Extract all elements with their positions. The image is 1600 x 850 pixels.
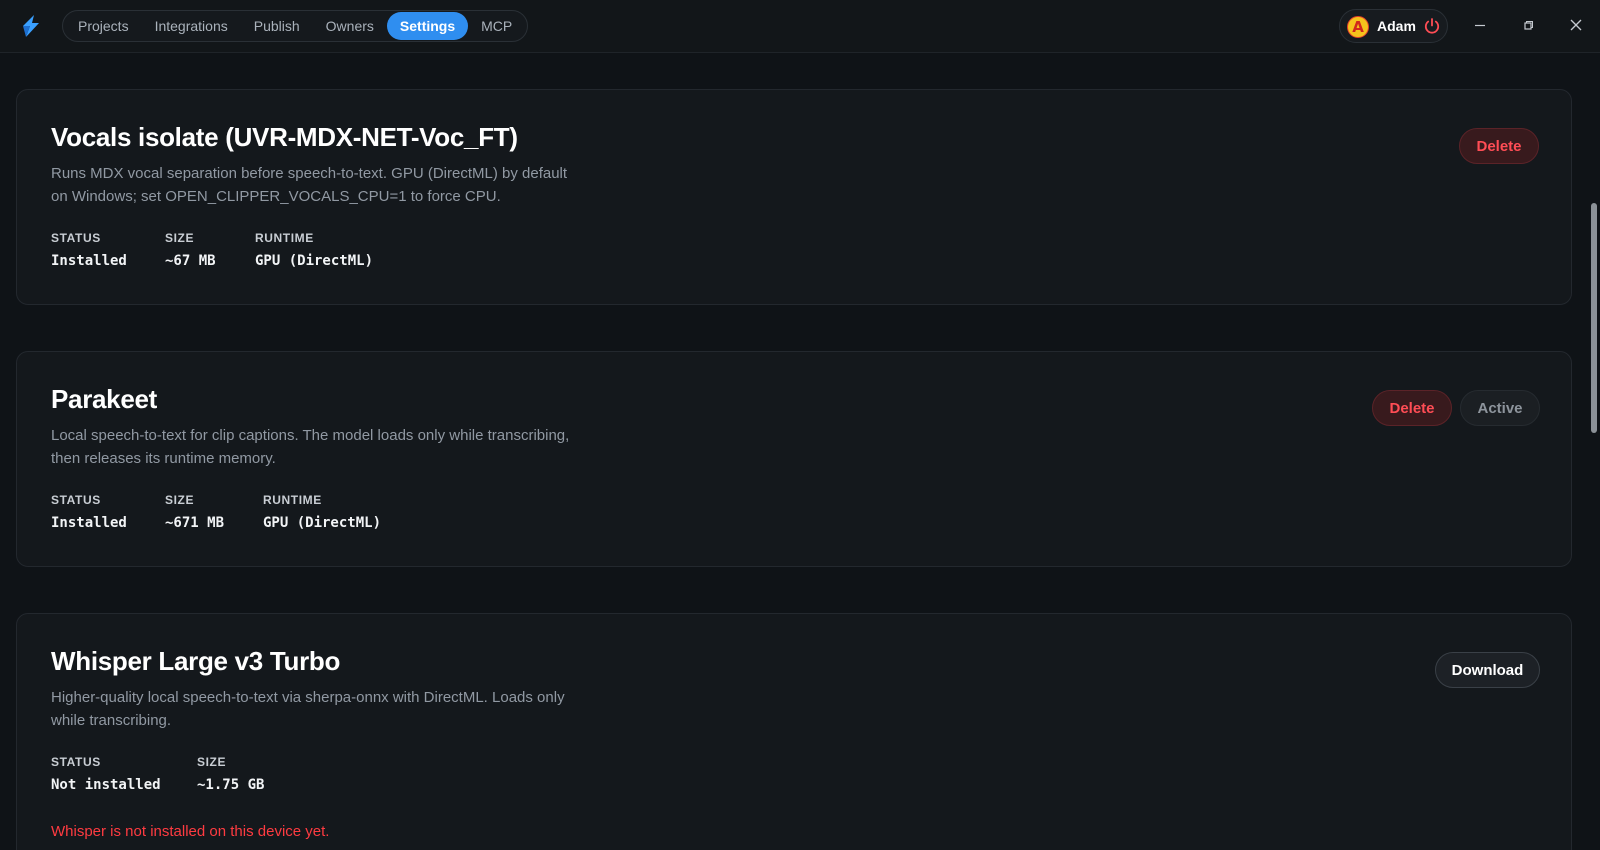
tab-settings[interactable]: Settings <box>386 12 469 40</box>
model-title: Vocals isolate (UVR-MDX-NET-Voc_FT) <box>51 122 518 152</box>
size-label: SIZE <box>165 231 195 245</box>
tab-projects[interactable]: Projects <box>65 12 142 40</box>
tab-publish[interactable]: Publish <box>241 12 313 40</box>
tab-integrations[interactable]: Integrations <box>142 12 241 40</box>
delete-button[interactable]: Delete <box>1372 390 1452 426</box>
user-name: Adam <box>1377 18 1416 34</box>
not-installed-warning: Whisper is not installed on this device … <box>51 823 330 840</box>
tab-mcp[interactable]: MCP <box>468 12 525 40</box>
status-value: Installed <box>51 515 127 531</box>
runtime-label: RUNTIME <box>255 231 314 245</box>
app-logo-icon <box>23 15 39 37</box>
size-value: ~67 MB <box>165 253 216 269</box>
model-description: Runs MDX vocal separation before speech-… <box>51 165 568 205</box>
model-card-parakeet: Parakeet Local speech-to-text for clip c… <box>16 351 1572 567</box>
size-label: SIZE <box>165 493 195 507</box>
power-icon[interactable] <box>1423 17 1441 35</box>
avatar: A <box>1347 16 1369 38</box>
status-label: STATUS <box>51 493 101 507</box>
model-card-whisper: Whisper Large v3 Turbo Higher-quality lo… <box>16 613 1572 850</box>
restore-icon[interactable] <box>1518 15 1538 35</box>
model-card-vocals-isolate: Vocals isolate (UVR-MDX-NET-Voc_FT) Runs… <box>16 89 1572 305</box>
minimize-icon[interactable] <box>1470 15 1490 35</box>
status-label: STATUS <box>51 231 101 245</box>
size-value: ~1.75 GB <box>197 777 265 793</box>
main-nav: Projects Integrations Publish Owners Set… <box>62 10 529 42</box>
settings-content: Vocals isolate (UVR-MDX-NET-Voc_FT) Runs… <box>0 53 1588 850</box>
scrollbar-thumb[interactable] <box>1591 203 1597 433</box>
status-value: Installed <box>51 253 127 269</box>
model-description: Higher-quality local speech-to-text via … <box>51 689 565 729</box>
runtime-value: GPU (DirectML) <box>255 253 374 269</box>
delete-button[interactable]: Delete <box>1459 128 1539 164</box>
model-title: Parakeet <box>51 384 158 414</box>
scrollbar[interactable] <box>1588 53 1600 850</box>
user-menu[interactable]: A Adam <box>1339 9 1448 43</box>
size-label: SIZE <box>197 755 227 769</box>
active-button[interactable]: Active <box>1460 390 1540 426</box>
runtime-value: GPU (DirectML) <box>263 515 382 531</box>
status-value: Not installed <box>51 777 161 793</box>
size-value: ~671 MB <box>165 515 225 531</box>
title-bar: Projects Integrations Publish Owners Set… <box>0 0 1600 53</box>
runtime-label: RUNTIME <box>263 493 322 507</box>
download-button[interactable]: Download <box>1435 652 1540 688</box>
model-description: Local speech-to-text for clip captions. … <box>51 427 570 467</box>
status-label: STATUS <box>51 755 101 769</box>
tab-owners[interactable]: Owners <box>313 12 387 40</box>
model-title: Whisper Large v3 Turbo <box>51 646 341 676</box>
close-icon[interactable] <box>1566 15 1586 35</box>
